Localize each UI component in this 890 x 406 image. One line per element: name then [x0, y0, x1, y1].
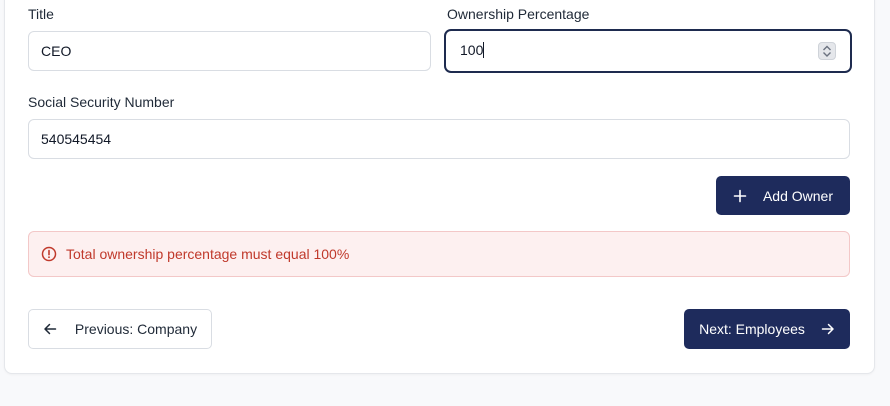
- arrow-right-icon: [821, 322, 835, 336]
- title-input[interactable]: CEO: [28, 31, 431, 71]
- alert-circle-icon: [41, 246, 57, 262]
- title-value: CEO: [41, 43, 72, 59]
- ownership-percentage-label: Ownership Percentage: [447, 6, 590, 22]
- ssn-input[interactable]: 540545454: [28, 119, 850, 159]
- previous-company-button[interactable]: Previous: Company: [28, 309, 212, 349]
- title-label: Title: [28, 6, 54, 22]
- next-employees-label: Next: Employees: [699, 321, 805, 337]
- text-caret: [483, 42, 485, 58]
- add-owner-button[interactable]: Add Owner: [716, 176, 850, 215]
- ownership-percentage-value: 100: [460, 42, 484, 58]
- arrow-left-icon: [43, 322, 57, 336]
- error-alert-message: Total ownership percentage must equal 10…: [66, 246, 350, 262]
- previous-company-label: Previous: Company: [74, 321, 198, 337]
- ssn-label: Social Security Number: [28, 94, 175, 110]
- ownership-percentage-input[interactable]: 100: [444, 29, 852, 73]
- ssn-value: 540545454: [41, 131, 112, 147]
- error-alert: Total ownership percentage must equal 10…: [28, 231, 850, 277]
- number-spinner-icon[interactable]: [818, 42, 836, 60]
- next-employees-button[interactable]: Next: Employees: [684, 309, 850, 349]
- add-owner-label: Add Owner: [762, 187, 834, 204]
- plus-icon: [733, 189, 747, 203]
